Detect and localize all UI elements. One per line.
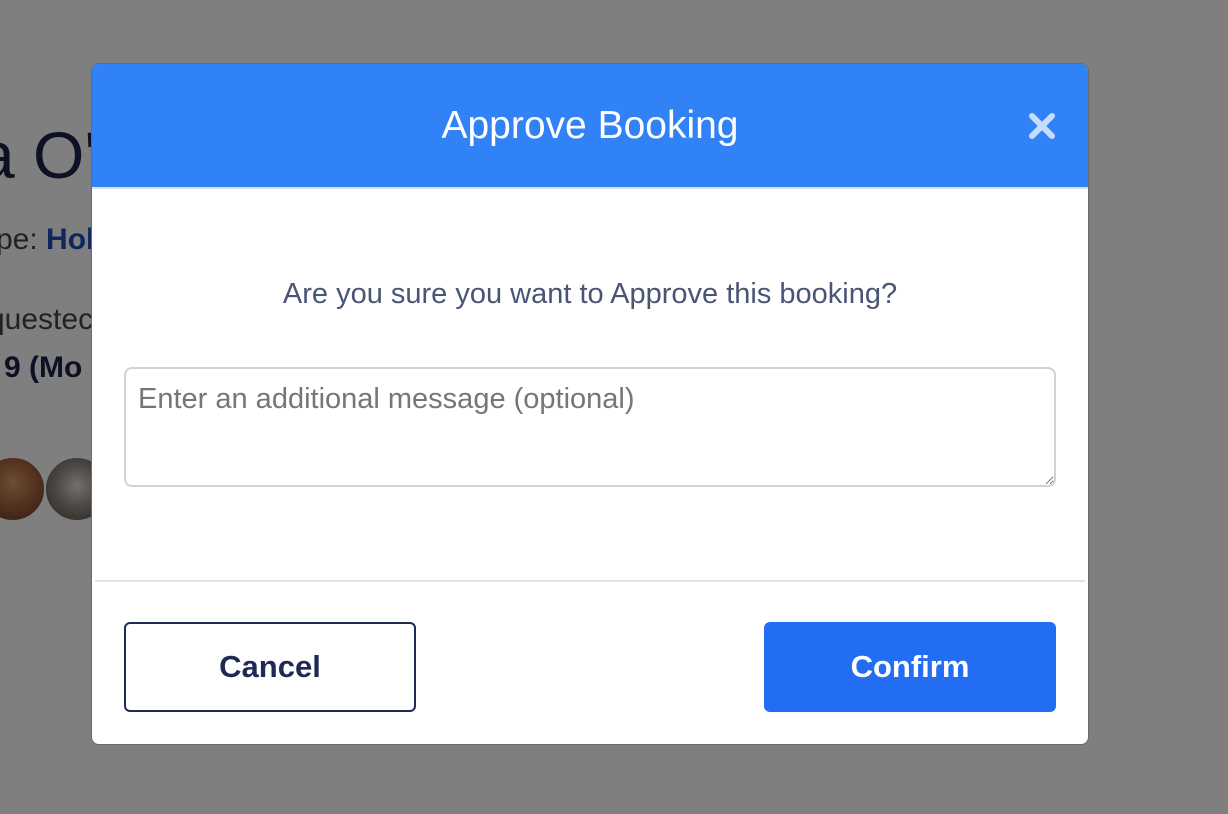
cancel-button[interactable]: Cancel	[124, 622, 416, 712]
confirm-button[interactable]: Confirm	[764, 622, 1056, 712]
dialog-title: Approve Booking	[441, 104, 739, 147]
approve-booking-dialog: Approve Booking Are you sure you want to…	[91, 63, 1089, 745]
dialog-header: Approve Booking	[92, 64, 1088, 189]
additional-message-input[interactable]	[124, 367, 1056, 487]
close-button[interactable]	[1020, 104, 1064, 148]
close-icon	[1020, 104, 1064, 148]
footer-divider	[95, 580, 1085, 582]
confirmation-question: Are you sure you want to Approve this bo…	[282, 278, 898, 310]
